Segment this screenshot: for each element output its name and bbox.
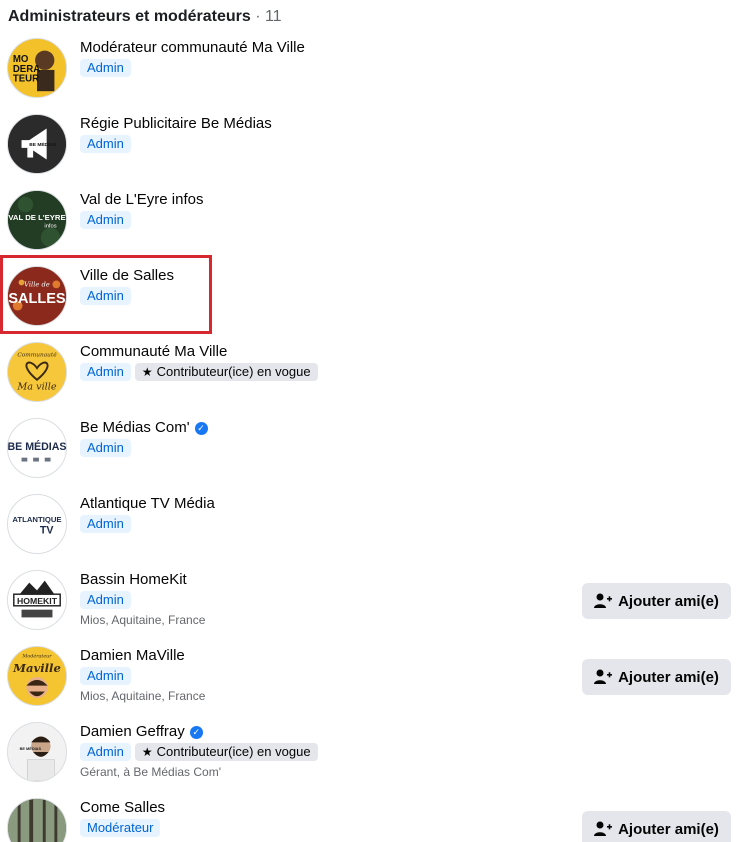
verified-badge-icon: ✓ [194, 421, 208, 435]
avatar[interactable]: BE MÉDIAS [7, 418, 67, 478]
member-location: Mios, Aquitaine, France [80, 613, 206, 627]
svg-text:TV: TV [40, 525, 54, 537]
highlight-box [0, 255, 212, 334]
role-badge: Admin [80, 59, 131, 77]
contributor-badge: ★ Contributeur(ice) en vogue [134, 363, 318, 381]
svg-text:Communauté: Communauté [17, 352, 57, 359]
add-friend-button[interactable]: Ajouter ami(e) [582, 583, 731, 619]
avatar[interactable]: HOMEKIT [7, 570, 67, 630]
svg-text:Modérateur: Modérateur [21, 653, 52, 660]
member-count: · 11 [255, 8, 282, 25]
member-row[interactable]: ATLANTIQUE TV Atlantique TV Média Admin [0, 494, 745, 570]
svg-text:TEUR: TEUR [13, 74, 39, 85]
add-friend-button[interactable]: Ajouter ami(e) [582, 659, 731, 695]
member-name[interactable]: Bassin HomeKit [80, 570, 205, 590]
role-badge: Admin [80, 135, 131, 153]
member-row[interactable]: BE MÉDIAS Damien Geffray ✓ Admin ★ Contrib… [0, 722, 745, 798]
role-badge: Admin [80, 211, 131, 229]
star-icon: ★ [141, 365, 153, 379]
role-badge: Admin [80, 591, 131, 609]
avatar[interactable] [7, 798, 67, 842]
verified-badge-icon: ✓ [189, 725, 203, 739]
role-badge: Admin [80, 363, 131, 381]
role-badge: Modérateur [80, 819, 161, 837]
member-row[interactable]: Come Salles Modérateur Ajouter ami(e) [0, 798, 745, 842]
member-row[interactable]: BE MÉDIAS Be Médias Com' ✓ Admin [0, 418, 745, 494]
member-name[interactable]: Damien MaVille [80, 646, 205, 666]
member-name[interactable]: Val de L'Eyre infos [80, 190, 204, 210]
member-name[interactable]: Damien Geffray ✓ [80, 722, 318, 742]
role-badge: Admin [80, 439, 131, 457]
member-row[interactable]: Modérateur Maville Damien MaVille Admin … [0, 646, 745, 722]
avatar[interactable]: Communauté Ma ville [7, 342, 67, 402]
avatar[interactable]: BE MÉDIAS [7, 722, 67, 782]
avatar-text: Ma ville [16, 381, 56, 392]
role-badge: Admin [80, 667, 131, 685]
member-row[interactable]: Communauté Ma ville Communauté Ma Ville … [0, 342, 745, 418]
avatar-text: VAL DE L'EYRE [8, 213, 65, 222]
member-name[interactable]: Régie Publicitaire Be Médias [80, 114, 272, 134]
role-badge: Admin [80, 743, 131, 761]
add-person-icon [594, 821, 613, 836]
avatar[interactable]: ATLANTIQUE TV [7, 494, 67, 554]
add-person-icon [594, 669, 613, 684]
member-row[interactable]: MO DERA TEUR Modérateur communauté Ma Vi… [0, 38, 745, 114]
avatar-text: BE MÉDIAS [8, 440, 66, 453]
add-friend-button[interactable]: Ajouter ami(e) [582, 811, 731, 842]
megaphone-icon: BE MÉDIAS [8, 115, 66, 173]
star-icon: ★ [141, 745, 153, 759]
avatar[interactable]: VAL DE L'EYRE infos [7, 190, 67, 250]
avatar-text: ATLANTIQUE [12, 515, 61, 524]
member-name[interactable]: Communauté Ma Ville [80, 342, 318, 362]
avatar[interactable]: MO DERA TEUR [7, 38, 67, 98]
avatar-text: Maville [12, 661, 61, 675]
add-person-icon [594, 593, 613, 608]
member-row[interactable]: BE MÉDIAS Régie Publicitaire Be Médias A… [0, 114, 745, 190]
member-name[interactable]: Atlantique TV Média [80, 494, 215, 514]
contributor-badge: ★ Contributeur(ice) en vogue [134, 743, 318, 761]
svg-text:infos: infos [44, 224, 56, 230]
avatar-text: HOMEKIT [17, 596, 58, 606]
member-row[interactable]: HOMEKIT Bassin HomeKit Admin Mios, Aquit… [0, 570, 745, 646]
member-job: Gérant, à Be Médias Com' [80, 765, 222, 779]
member-name[interactable]: Come Salles [80, 798, 165, 818]
avatar-text: BE MÉDIAS [20, 746, 42, 751]
section-header: Administrateurs et modérateurs · 11 [8, 8, 282, 26]
member-name[interactable]: Be Médias Com' ✓ [80, 418, 208, 438]
avatar[interactable]: Modérateur Maville [7, 646, 67, 706]
member-name[interactable]: Modérateur communauté Ma Ville [80, 38, 305, 58]
role-badge: Admin [80, 515, 131, 533]
member-location: Mios, Aquitaine, France [80, 689, 206, 703]
section-title: Administrateurs et modérateurs [8, 8, 251, 25]
avatar[interactable]: BE MÉDIAS [7, 114, 67, 174]
